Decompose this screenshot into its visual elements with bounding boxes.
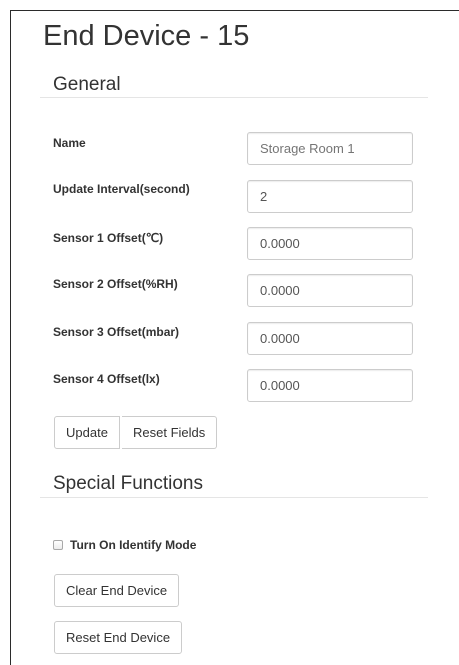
reset-fields-button[interactable]: Reset Fields	[122, 416, 218, 449]
sensor-1-offset-input[interactable]	[247, 227, 413, 260]
identify-mode-label[interactable]: Turn On Identify Mode	[70, 538, 196, 552]
sensor-4-offset-label: Sensor 4 Offset(lx)	[53, 372, 160, 386]
sensor-3-offset-input[interactable]	[247, 322, 413, 355]
special-functions-section-title: Special Functions	[53, 473, 203, 494]
clear-end-device-button[interactable]: Clear End Device	[54, 574, 180, 607]
sensor-2-offset-input[interactable]	[247, 274, 413, 307]
update-button[interactable]: Update	[54, 416, 120, 449]
page-title: End Device - 15	[43, 20, 250, 52]
sensor-4-offset-input[interactable]	[247, 369, 413, 402]
reset-end-device-button[interactable]: Reset End Device	[54, 621, 183, 654]
update-interval-input[interactable]	[247, 180, 413, 213]
special-functions-divider	[40, 497, 428, 498]
general-section-title: General	[53, 74, 121, 95]
identify-mode-checkbox[interactable]	[53, 540, 63, 550]
sensor-3-offset-label: Sensor 3 Offset(mbar)	[53, 325, 180, 339]
general-section-divider	[40, 97, 428, 98]
update-interval-label: Update Interval(second)	[53, 182, 190, 196]
sensor-1-offset-label: Sensor 1 Offset(℃)	[53, 231, 164, 245]
name-label: Name	[53, 136, 86, 150]
sensor-2-offset-label: Sensor 2 Offset(%RH)	[53, 277, 178, 291]
identify-mode-row[interactable]: Turn On Identify Mode	[53, 538, 196, 552]
name-input[interactable]	[247, 132, 413, 165]
